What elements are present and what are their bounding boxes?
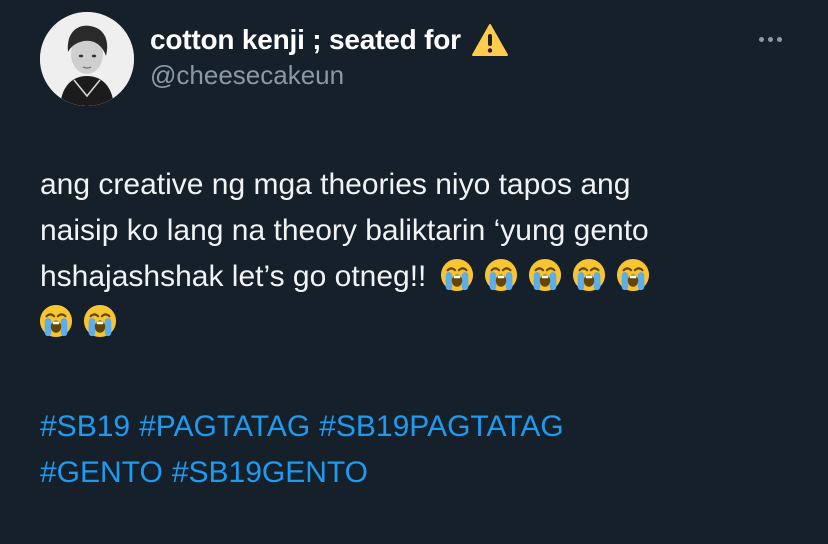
more-dot-icon bbox=[776, 36, 782, 42]
loudly-crying-face-icon bbox=[83, 304, 117, 338]
tweet-text: ang creative ng mga theories niyo tapos … bbox=[40, 162, 810, 346]
display-name[interactable]: cotton kenji ; seated for bbox=[150, 24, 461, 56]
display-name-row: cotton kenji ; seated for bbox=[150, 22, 509, 58]
avatar[interactable] bbox=[40, 12, 134, 106]
hashtag-link[interactable]: #SB19PAGTATAG bbox=[319, 410, 564, 443]
warning-icon bbox=[471, 23, 509, 57]
tweet-text-line-with-emojis: hshajashshak let’s go otneg!! bbox=[40, 254, 810, 300]
more-options-button[interactable] bbox=[748, 24, 792, 54]
tweet-text-fragment: hshajashshak let’s go otneg!! bbox=[40, 260, 427, 293]
hashtag-link[interactable]: #SB19 bbox=[40, 410, 130, 443]
tweet-text-line: naisip ko lang na theory baliktarin ‘yun… bbox=[40, 214, 649, 247]
loudly-crying-face-icon bbox=[572, 258, 606, 292]
tweet-emoji-line bbox=[40, 300, 810, 346]
hashtag-link[interactable]: #GENTO bbox=[40, 456, 163, 489]
loudly-crying-face-icon bbox=[528, 258, 562, 292]
tweet-card[interactable]: cotton kenji ; seated for @cheesecakeun … bbox=[0, 0, 828, 544]
hashtag-list: #SB19 #PAGTATAG #SB19PAGTATAG #GENTO #SB19G… bbox=[40, 404, 573, 496]
loudly-crying-face-icon bbox=[484, 258, 518, 292]
tweet-text-line: ang creative ng mga theories niyo tapos … bbox=[40, 168, 631, 201]
hashtag-row: #GENTO #SB19GENTO bbox=[40, 450, 573, 496]
hashtag-link[interactable]: #SB19GENTO bbox=[172, 456, 368, 489]
tweet-header: cotton kenji ; seated for @cheesecakeun bbox=[150, 22, 509, 91]
more-dot-icon bbox=[758, 36, 764, 42]
loudly-crying-face-icon bbox=[39, 304, 73, 338]
loudly-crying-face-icon bbox=[616, 258, 650, 292]
hashtag-link[interactable]: #PAGTATAG bbox=[139, 410, 310, 443]
user-handle[interactable]: @cheesecakeun bbox=[150, 60, 509, 91]
more-dot-icon bbox=[767, 36, 773, 42]
loudly-crying-face-icon bbox=[440, 258, 474, 292]
hashtag-row: #SB19 #PAGTATAG #SB19PAGTATAG bbox=[40, 404, 573, 450]
